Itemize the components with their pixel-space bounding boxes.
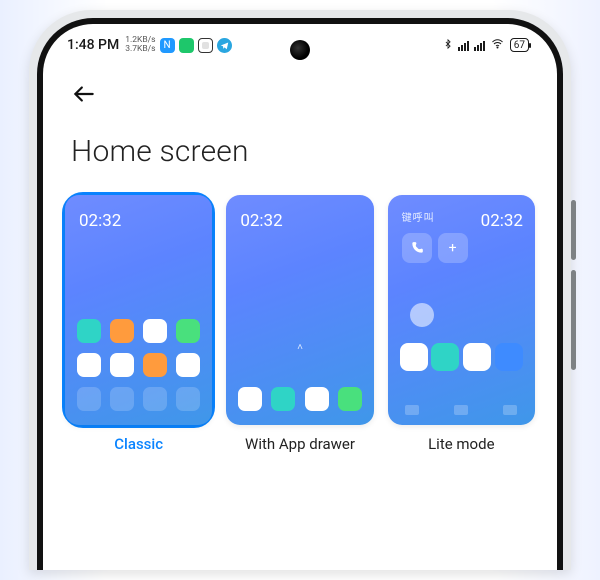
status-time: 1:48 PM xyxy=(67,37,119,53)
front-camera xyxy=(290,40,310,60)
phone-frame: 1:48 PM 1.2KB/s 3.7KB/s N xyxy=(29,10,571,570)
preview-app-icon xyxy=(110,353,134,377)
signal-icon-1 xyxy=(458,39,469,51)
preview-app-icon xyxy=(463,343,491,371)
side-button xyxy=(571,200,576,260)
preview-time: 02:32 xyxy=(240,211,282,231)
preview-wrap-classic: 02:32 xyxy=(65,195,212,425)
preview-cn-text: 键呼叫 xyxy=(402,209,435,224)
status-right: 67 xyxy=(443,37,529,54)
lite-icon-row xyxy=(388,343,535,371)
option-classic[interactable]: 02:32 xyxy=(65,195,212,453)
preview-app-icon xyxy=(305,387,329,411)
signal-icon-2 xyxy=(474,39,485,51)
preview-app-icon xyxy=(143,353,167,377)
home-screen-options: 02:32 xyxy=(43,191,557,453)
plus-tile-icon: + xyxy=(438,233,468,263)
preview-app-icon xyxy=(271,387,295,411)
bluetooth-icon xyxy=(443,37,453,54)
preview-app-icon xyxy=(77,319,101,343)
option-app-drawer[interactable]: 02:32 ˄ With xyxy=(226,195,373,453)
option-label-classic: Classic xyxy=(114,435,163,453)
preview-app-icon xyxy=(110,387,134,411)
side-button xyxy=(571,270,576,370)
preview-drawer: 02:32 ˄ xyxy=(226,195,373,425)
status-box-icon xyxy=(198,38,213,53)
preview-icon-grid xyxy=(226,387,373,411)
preview-app-icon xyxy=(431,343,459,371)
back-button[interactable] xyxy=(71,76,107,112)
preview-time: 02:32 xyxy=(481,211,523,231)
phone-bezel: 1:48 PM 1.2KB/s 3.7KB/s N xyxy=(37,18,563,570)
battery-indicator: 67 xyxy=(510,38,529,52)
page-title: Home screen xyxy=(43,112,557,191)
nfc-icon: N xyxy=(160,38,175,53)
drawer-caret-icon: ˄ xyxy=(297,342,303,353)
preview-time: 02:32 xyxy=(79,211,121,231)
header xyxy=(43,66,557,112)
preview-app-icon xyxy=(77,353,101,377)
preview-app-icon xyxy=(495,343,523,371)
option-lite-mode[interactable]: 键呼叫 02:32 + xyxy=(388,195,535,453)
preview-wrap-drawer: 02:32 ˄ xyxy=(226,195,373,425)
preview-app-icon xyxy=(338,387,362,411)
lite-page-dot xyxy=(410,303,434,327)
preview-app-icon xyxy=(176,353,200,377)
preview-lite: 键呼叫 02:32 + xyxy=(388,195,535,425)
preview-icon-grid xyxy=(65,319,212,411)
preview-app-icon xyxy=(77,387,101,411)
status-left: 1:48 PM 1.2KB/s 3.7KB/s N xyxy=(67,36,232,54)
preview-app-icon xyxy=(143,319,167,343)
network-speed: 1.2KB/s 3.7KB/s xyxy=(125,36,155,54)
preview-classic: 02:32 xyxy=(65,195,212,425)
option-label-drawer: With App drawer xyxy=(245,435,355,453)
preview-app-icon xyxy=(176,387,200,411)
preview-app-icon xyxy=(238,387,262,411)
lite-quick-tiles: + xyxy=(402,233,468,263)
net-down: 3.7KB/s xyxy=(125,45,155,54)
preview-app-icon xyxy=(176,319,200,343)
phone-tile-icon xyxy=(402,233,432,263)
preview-app-icon xyxy=(143,387,167,411)
preview-app-icon xyxy=(400,343,428,371)
status-app-icon xyxy=(179,38,194,53)
screen: 1:48 PM 1.2KB/s 3.7KB/s N xyxy=(43,24,557,570)
preview-app-icon xyxy=(110,319,134,343)
lite-nav-bar xyxy=(388,405,535,415)
arrow-left-icon xyxy=(71,81,97,107)
battery-level: 67 xyxy=(514,40,525,51)
wifi-icon xyxy=(490,38,505,53)
telegram-icon xyxy=(217,38,232,53)
preview-wrap-lite: 键呼叫 02:32 + xyxy=(388,195,535,425)
option-label-lite: Lite mode xyxy=(428,435,494,453)
